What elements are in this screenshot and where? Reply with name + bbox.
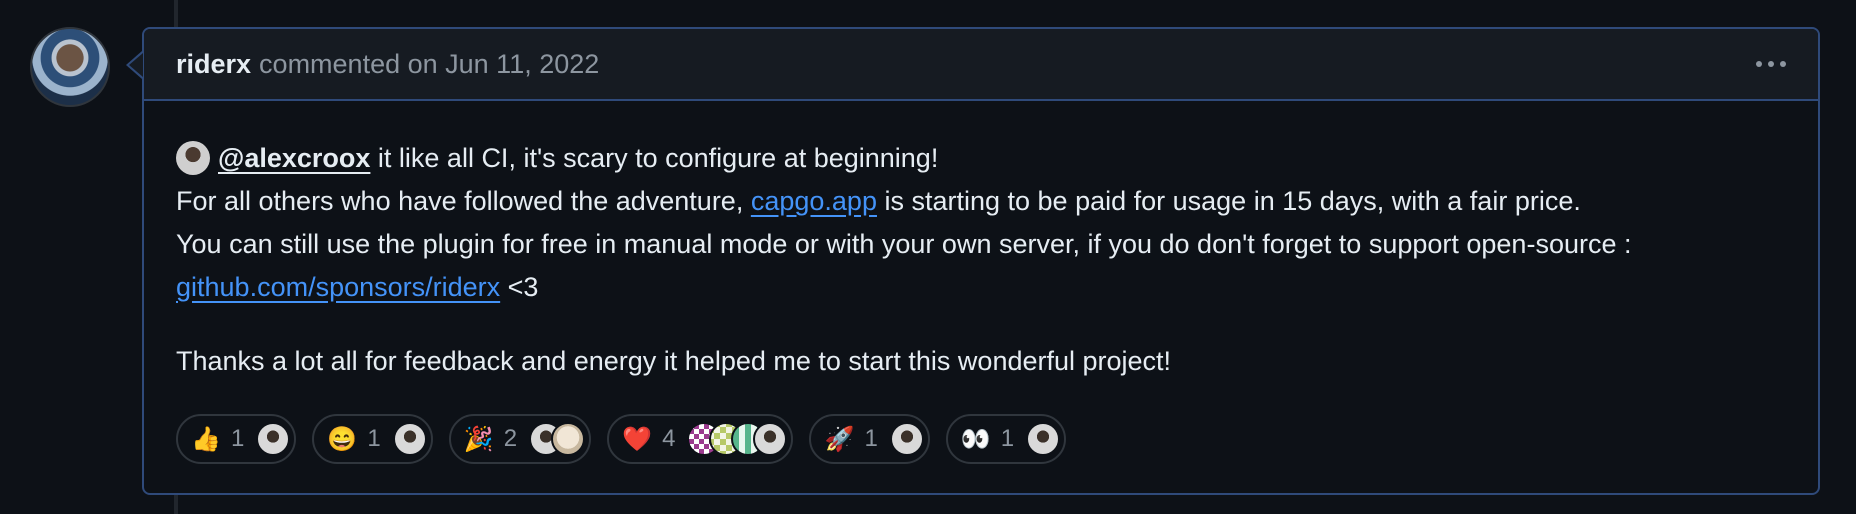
- reaction-hooray[interactable]: 🎉 2: [448, 414, 592, 464]
- comment-paragraph-2: Thanks a lot all for feedback and energy…: [176, 346, 1172, 376]
- reaction-heart[interactable]: ❤️ 4: [607, 414, 794, 464]
- comment-line-1: @alexcroox it like all CI, it's scary to…: [176, 137, 1786, 180]
- kebab-dot: [1780, 61, 1786, 67]
- reactor-avatars: [1026, 422, 1061, 456]
- reactor-avatars: [889, 422, 924, 456]
- comment-line-4: github.com/sponsors/riderx <3: [176, 266, 1786, 309]
- author-avatar[interactable]: [30, 27, 110, 107]
- reaction-count: 4: [662, 425, 676, 452]
- comment-text: it like all CI, it's scary to configure …: [370, 143, 939, 173]
- hooray-icon: 🎉: [463, 425, 494, 453]
- more-options-icon[interactable]: [1756, 53, 1786, 75]
- reactions-bar: 👍 1 😄 1 🎉 2 ❤️ 4 🚀 1 👀 1: [176, 414, 1067, 464]
- comment-header: riderx commented on Jun 11, 2022: [144, 29, 1818, 101]
- reaction-count: 2: [503, 425, 518, 452]
- reactor-avatar[interactable]: [256, 422, 291, 456]
- comment-body: @alexcroox it like all CI, it's scary to…: [144, 101, 1818, 383]
- comment-line-3: You can still use the plugin for free in…: [176, 229, 1632, 259]
- capgo-link[interactable]: capgo.app: [751, 186, 877, 216]
- laugh-icon: 😄: [327, 425, 358, 453]
- mention-link[interactable]: @alexcroox: [218, 143, 370, 173]
- comment-text: is starting to be paid for usage in 15 d…: [876, 186, 1581, 216]
- reactor-avatars: [392, 422, 427, 456]
- reaction-count: 1: [864, 425, 878, 452]
- thumbs-up-icon: 👍: [191, 425, 221, 453]
- reactor-avatar[interactable]: [1026, 422, 1061, 456]
- comment-text: For all others who have followed the adv…: [176, 186, 751, 216]
- reactor-avatar[interactable]: [889, 422, 924, 456]
- rocket-icon: 🚀: [824, 425, 855, 453]
- reactor-avatar[interactable]: [753, 422, 788, 456]
- kebab-dot: [1756, 61, 1762, 67]
- reaction-thumbs-up[interactable]: 👍 1: [176, 414, 297, 464]
- author-name[interactable]: riderx: [176, 49, 251, 80]
- comment-text: <3: [500, 272, 539, 302]
- comment-line-2: For all others who have followed the adv…: [176, 180, 1786, 223]
- reactor-avatar[interactable]: [551, 422, 586, 456]
- kebab-dot: [1768, 61, 1774, 67]
- reactor-avatars: [529, 422, 586, 456]
- reaction-count: 1: [1000, 425, 1015, 452]
- eyes-icon: 👀: [960, 425, 991, 453]
- reactor-avatars: [256, 422, 291, 456]
- mention-avatar[interactable]: [176, 140, 210, 175]
- reaction-count: 1: [367, 425, 381, 452]
- comment-pointer-fill: [129, 53, 143, 77]
- reactor-avatars: [687, 422, 788, 456]
- sponsors-link[interactable]: github.com/sponsors/riderx: [176, 272, 500, 302]
- comment-timestamp[interactable]: commented on Jun 11, 2022: [259, 49, 599, 80]
- reaction-count: 1: [231, 425, 245, 452]
- reaction-eyes[interactable]: 👀 1: [945, 414, 1067, 464]
- reactor-avatar[interactable]: [392, 422, 427, 456]
- reaction-laugh[interactable]: 😄 1: [312, 414, 433, 464]
- comment-box: riderx commented on Jun 11, 2022 @alexcr…: [142, 27, 1820, 495]
- reaction-rocket[interactable]: 🚀 1: [809, 414, 930, 464]
- heart-icon: ❤️: [622, 425, 652, 453]
